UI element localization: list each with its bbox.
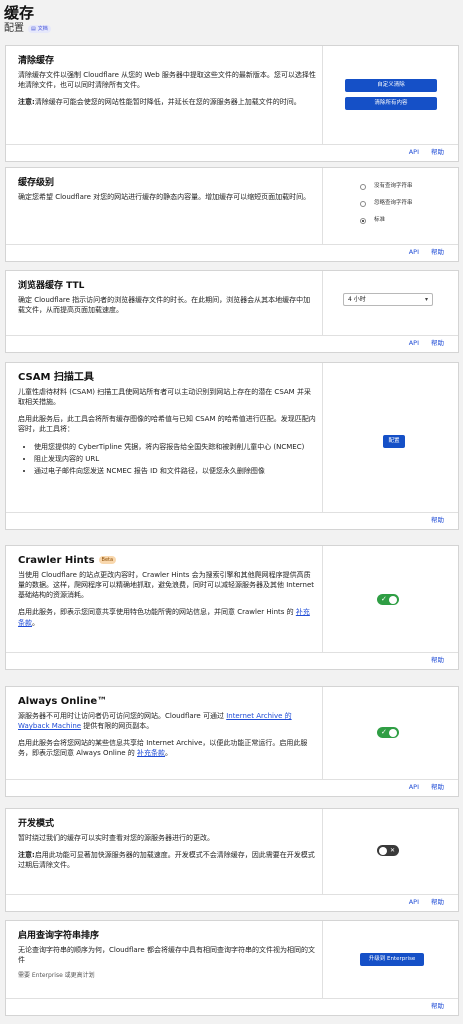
purge-cache-note: 注意:清除缓存可能会使您的网站性能暂时降低，并延长在您的源服务器上加载文件的时间…: [18, 98, 301, 107]
radio-button-selected[interactable]: [360, 217, 366, 224]
check-icon: ✓: [381, 595, 387, 603]
api-link[interactable]: API: [409, 783, 419, 792]
csam-configure-button[interactable]: 配置: [383, 435, 405, 448]
radio-button[interactable]: [360, 200, 366, 207]
list-item: 使用您提供的 CyberTipline 凭据，将内容报告给全国失踪和被剥削儿童中…: [34, 442, 316, 452]
radio-button[interactable]: [360, 183, 366, 190]
page-subtitle-row: 配置 ▤ 文档: [4, 22, 51, 36]
csam-card: CSAM 扫描工具 儿童性虐待材料 (CSAM) 扫描工具使网站所有者可以主动识…: [5, 362, 459, 530]
help-link[interactable]: 帮助: [431, 898, 444, 907]
cache-level-card: 缓存级别 确定您希望 Cloudflare 对您的网站进行缓存的静态内容量。增加…: [5, 167, 459, 262]
list-item: 通过电子邮件向您发送 NCMEC 报告 ID 和文件路径，以便您永久删除图像: [34, 466, 316, 476]
upgrade-enterprise-button[interactable]: 升级到 Enterprise: [360, 953, 424, 966]
dev-mode-desc: 暂时绕过我们的缓存可以实时查看对您的源服务器进行的更改。: [18, 834, 214, 842]
dev-mode-note: 注意:启用此功能可显著加快源服务器的加载速度。开发模式不会清除缓存，因此需要在开…: [18, 851, 315, 870]
document-icon: ▤: [31, 26, 36, 32]
page-subtitle: 配置: [4, 23, 24, 34]
browser-ttl-title: 浏览器缓存 TTL: [18, 281, 85, 291]
query-string-sort-card: 启用查询字符串排序 无论查询字符串的顺序为何，Cloudflare 都会将缓存中…: [5, 920, 459, 1016]
purge-cache-card: 清除缓存 清除缓存文件以强制 Cloudflare 从您的 Web 服务器中提取…: [5, 45, 459, 162]
dev-mode-card: 开发模式 暂时绕过我们的缓存可以实时查看对您的源服务器进行的更改。 注意:启用此…: [5, 808, 459, 912]
crawler-hints-title: Crawler Hints Beta: [18, 555, 316, 567]
api-link[interactable]: API: [409, 898, 419, 907]
list-item: 阻止发现内容的 URL: [34, 454, 316, 464]
purge-everything-button[interactable]: 清除所有内容: [345, 97, 437, 110]
csam-action-list: 使用您提供的 CyberTipline 凭据，将内容报告给全国失踪和被剥削儿童中…: [18, 442, 316, 476]
docs-link-label: 文档: [37, 26, 48, 32]
cache-level-option-ignore-query[interactable]: 忽略查询字符串: [360, 200, 413, 208]
toggle-knob: [379, 846, 387, 855]
dev-mode-toggle[interactable]: ✕: [377, 845, 399, 856]
dev-mode-title: 开发模式: [18, 819, 55, 829]
query-string-sort-desc: 无论查询字符串的顺序为何，Cloudflare 都会将缓存中具有相同查询字符串的…: [18, 946, 315, 965]
csam-title: CSAM 扫描工具: [18, 372, 94, 383]
page-title: 缓存: [4, 4, 35, 22]
help-link[interactable]: 帮助: [431, 1002, 444, 1011]
cache-level-option-standard[interactable]: 标准: [360, 217, 385, 225]
crawler-hints-desc-1: 当使用 Cloudflare 的站点更改内容时，Crawler Hints 会为…: [18, 571, 315, 600]
api-link[interactable]: API: [409, 339, 419, 348]
crawler-hints-toggle[interactable]: ✓: [377, 594, 399, 605]
api-link[interactable]: API: [409, 248, 419, 257]
help-link[interactable]: 帮助: [431, 783, 444, 792]
always-online-desc-2: 启用此服务会将您网站的某些信息共享给 Internet Archive，以便此功…: [18, 739, 308, 758]
always-online-card: Always Online™ 源服务器不可用时让访问者仍可访问您的网站。Clou…: [5, 686, 459, 797]
x-icon: ✕: [389, 847, 395, 854]
toggle-knob: [389, 595, 397, 604]
browser-ttl-desc: 确定 Cloudflare 指示访问者的浏览器缓存文件的时长。在此期间，浏览器会…: [18, 296, 311, 315]
always-online-toggle[interactable]: ✓: [377, 727, 399, 738]
query-string-sort-title: 启用查询字符串排序: [18, 931, 100, 941]
csam-desc-2: 启用此服务后，此工具会将所有缓存图像的哈希值与已知 CSAM 的哈希值进行匹配。…: [18, 415, 316, 434]
csam-desc-1: 儿童性虐待材料 (CSAM) 扫描工具使网站所有者可以主动识别到网站上存在的潜在…: [18, 388, 311, 407]
cache-level-option-no-query[interactable]: 没有查询字符串: [360, 183, 413, 191]
always-online-desc-1: 源服务器不可用时让访问者仍可访问您的网站。Cloudflare 可通过 Inte…: [18, 712, 292, 731]
help-link[interactable]: 帮助: [431, 148, 444, 157]
docs-link[interactable]: ▤ 文档: [28, 25, 51, 33]
custom-purge-button[interactable]: 自定义清除: [345, 79, 437, 92]
toggle-knob: [389, 728, 397, 737]
help-link[interactable]: 帮助: [431, 339, 444, 348]
purge-cache-desc: 清除缓存文件以强制 Cloudflare 从您的 Web 服务器中提取这些文件的…: [18, 71, 316, 90]
cache-level-desc: 确定您希望 Cloudflare 对您的网站进行缓存的静态内容量。增加缓存可以缩…: [18, 193, 311, 201]
beta-badge: Beta: [98, 556, 117, 564]
help-link[interactable]: 帮助: [431, 656, 444, 665]
help-link[interactable]: 帮助: [431, 248, 444, 257]
crawler-hints-card: Crawler Hints Beta 当使用 Cloudflare 的站点更改内容…: [5, 545, 459, 670]
cache-level-title: 缓存级别: [18, 178, 55, 188]
supplemental-terms-link[interactable]: 补充条款: [137, 749, 165, 757]
purge-cache-title: 清除缓存: [18, 56, 55, 66]
always-online-title: Always Online™: [18, 696, 108, 707]
page-header: 缓存 配置 ▤ 文档: [4, 4, 51, 36]
check-icon: ✓: [381, 728, 387, 736]
browser-ttl-select[interactable]: 4 小时 ▾: [343, 293, 433, 306]
crawler-hints-desc-2: 启用此服务，即表示您同意共享使用特色功能所需的网站信息，并同意 Crawler …: [18, 608, 310, 627]
api-link[interactable]: API: [409, 148, 419, 157]
browser-ttl-card: 浏览器缓存 TTL 确定 Cloudflare 指示访问者的浏览器缓存文件的时长…: [5, 270, 459, 353]
plan-requirement-text: 需要 Enterprise 或更高计划: [18, 972, 95, 980]
chevron-down-icon: ▾: [424, 296, 428, 303]
help-link[interactable]: 帮助: [431, 516, 444, 525]
